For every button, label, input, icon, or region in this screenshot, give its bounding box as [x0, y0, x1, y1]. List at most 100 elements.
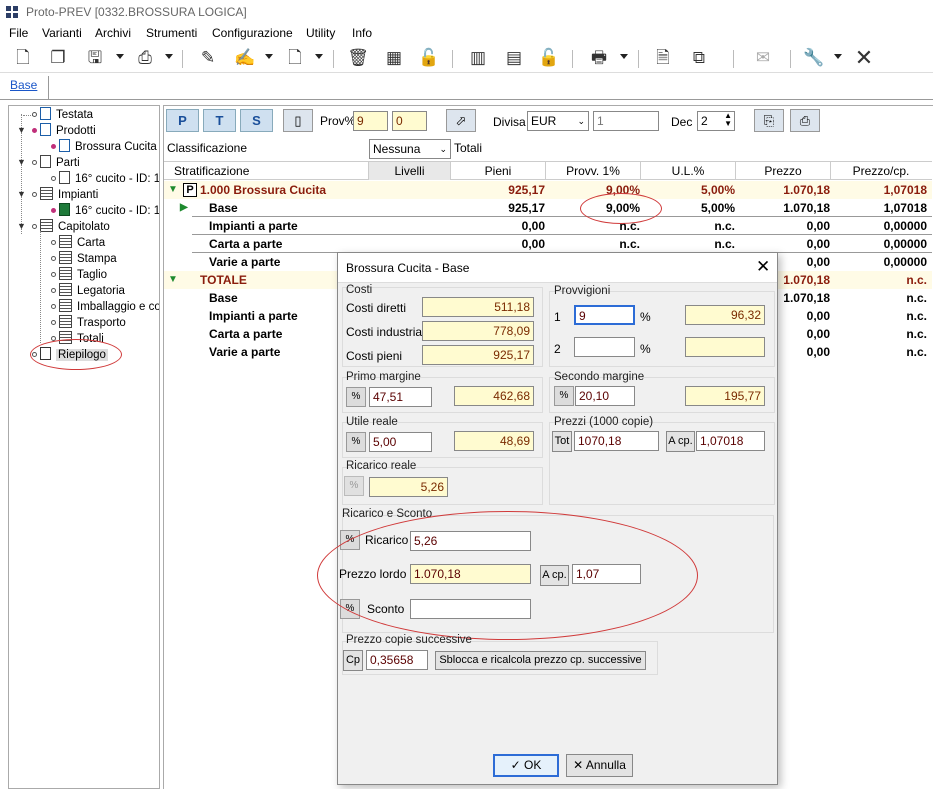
percent-button[interactable]: % — [554, 386, 574, 406]
wrench-dropdown-icon[interactable] — [834, 54, 842, 59]
dec-spinner[interactable]: 2 ▲ ▼ — [697, 111, 735, 131]
menu-varianti[interactable]: Varianti — [42, 26, 82, 40]
pdf-icon[interactable]: 🗎 — [652, 47, 674, 69]
menu-archivi[interactable]: Archivi — [95, 26, 131, 40]
save-dropdown-icon[interactable] — [116, 54, 124, 59]
new-document-icon[interactable]: 🗋 — [12, 47, 34, 69]
divisa-select[interactable]: EUR ⌄ — [527, 111, 589, 131]
col-prezzocp[interactable]: Prezzo/cp. — [831, 162, 931, 180]
collapse-icon[interactable]: ▼ — [17, 221, 26, 231]
primo-margine-pct[interactable]: 47,51 — [369, 387, 432, 407]
tab-base[interactable]: Base — [10, 78, 37, 92]
s-button[interactable]: S — [240, 109, 273, 132]
tot-button[interactable]: Tot — [552, 431, 572, 452]
book-icon[interactable]: ▯ — [283, 109, 313, 132]
tree-item-stampa[interactable]: Stampa — [59, 251, 117, 267]
tree-item-taglio[interactable]: Taglio — [59, 267, 107, 283]
menu-strumenti[interactable]: Strumenti — [146, 26, 197, 40]
classificazione-select[interactable]: Nessuna ⌄ — [369, 139, 451, 159]
tree-item-parte-16-cucito[interactable]: 16° cucito - ID: 1 — [59, 171, 159, 187]
tree-item-brossura-cucita[interactable]: Brossura Cucita — [59, 139, 157, 155]
t-button[interactable]: T — [203, 109, 236, 132]
col-stratificazione[interactable]: Stratificazione — [164, 162, 369, 180]
annulla-button[interactable]: ✕ Annulla — [566, 754, 633, 777]
utile-reale-pct[interactable]: 5,00 — [369, 432, 432, 452]
provv1-pct-input[interactable]: 9 — [574, 305, 635, 325]
acp-button[interactable]: A cp. — [666, 431, 695, 452]
save-icon[interactable]: 🖫 — [84, 47, 106, 69]
ok-button[interactable]: ✓ OK — [493, 754, 559, 777]
delete-icon[interactable]: 🗑 — [347, 47, 369, 69]
printer-dropdown-icon[interactable] — [620, 54, 628, 59]
percent-label: % — [640, 310, 651, 324]
wrench-icon[interactable]: 🔧 — [803, 47, 825, 69]
menu-configurazione[interactable]: Configurazione — [212, 26, 293, 40]
open-icon[interactable]: ❐ — [47, 47, 69, 69]
divisa-rate-input[interactable]: 1 — [593, 111, 659, 131]
edit-document-icon[interactable]: ✍ — [234, 47, 256, 69]
export-icon[interactable]: ⎘ — [754, 109, 784, 132]
prezzi-acp-field[interactable]: 1,07018 — [696, 431, 765, 451]
col-prezzo[interactable]: Prezzo — [736, 162, 831, 180]
expand-icon[interactable]: ▼ — [168, 271, 178, 289]
page-dropdown-icon[interactable] — [315, 54, 323, 59]
x-icon: ✕ — [573, 758, 586, 772]
classificazione-label: Classificazione — [167, 141, 248, 155]
tree-item-prodotti[interactable]: Prodotti — [40, 123, 96, 139]
prov1-input[interactable]: 9 — [353, 111, 388, 131]
percent-button[interactable]: % — [344, 476, 364, 496]
edit-dropdown-icon[interactable] — [265, 54, 273, 59]
tree-item-impianto-16-cucito[interactable]: 16° cucito - ID: 1 — [59, 203, 159, 219]
page-icon[interactable]: 🗋 — [284, 47, 306, 69]
table-row[interactable]: Carta a parte 0,00 n.c. n.c. 0,00 0,0000… — [164, 235, 932, 253]
sblocca-button[interactable]: Sblocca e ricalcola prezzo cp. successiv… — [435, 651, 646, 670]
lock-icon[interactable]: 🔓 — [418, 47, 440, 69]
tree-item-impianti[interactable]: Impianti — [40, 187, 98, 203]
collapse-icon[interactable]: ▼ — [17, 157, 26, 167]
provv2-pct-input[interactable] — [574, 337, 635, 357]
print-dropdown-icon[interactable] — [165, 54, 173, 59]
tree-item-testata[interactable]: Testata — [40, 107, 93, 123]
collapse-icon[interactable]: ▼ — [17, 189, 26, 199]
table-row[interactable]: ▶ Base 925,17 9,00% 5,00% 1.070,18 1,070… — [164, 199, 932, 217]
percent-button[interactable]: % — [346, 387, 366, 407]
tree-item-carta[interactable]: Carta — [59, 235, 105, 251]
table-row[interactable]: ▼ P 1.000 Brossura Cucita 925,17 9,00% 5… — [164, 181, 932, 199]
mail-icon[interactable]: ✉ — [752, 47, 774, 69]
close-icon[interactable]: ✕ — [756, 257, 770, 277]
prezzi-tot-field[interactable]: 1070,18 — [574, 431, 659, 451]
col-ul[interactable]: U.L.% — [641, 162, 736, 180]
cursor-icon[interactable]: ⬀ — [446, 109, 476, 132]
col-pieni[interactable]: Pieni — [451, 162, 546, 180]
secondo-margine-pct[interactable]: 20,10 — [575, 386, 635, 406]
tree-item-imballaggio[interactable]: Imballaggio e co — [59, 299, 159, 315]
table-row[interactable]: Impianti a parte 0,00 n.c. n.c. 0,00 0,0… — [164, 217, 932, 235]
tree-item-legatoria[interactable]: Legatoria — [59, 283, 125, 299]
tiff-icon[interactable]: ▥ — [467, 47, 489, 69]
cp-button[interactable]: Cp — [343, 650, 363, 671]
col-livelli[interactable]: Livelli — [369, 162, 451, 180]
p-button[interactable]: P — [166, 109, 199, 132]
prov2-input[interactable]: 0 — [392, 111, 427, 131]
menu-info[interactable]: Info — [352, 26, 372, 40]
report-icon[interactable]: ▤ — [503, 47, 525, 69]
copy-doc-icon[interactable]: ⧉ — [688, 47, 710, 69]
edit-pen-icon[interactable]: ✎ — [197, 47, 219, 69]
printer-settings-icon[interactable]: 🖶 — [588, 47, 610, 69]
tree-item-trasporto[interactable]: Trasporto — [59, 315, 126, 331]
costi-industriali-label: Costi industriali — [346, 325, 428, 339]
close-icon[interactable]: ✕ — [853, 47, 875, 69]
tree-item-parti[interactable]: Parti — [40, 155, 80, 171]
collapse-icon[interactable]: ▼ — [17, 125, 26, 135]
print-icon[interactable]: ⎙ — [790, 109, 820, 132]
menu-file[interactable]: File — [9, 26, 28, 40]
menu-utility[interactable]: Utility — [306, 26, 335, 40]
tree-item-capitolato[interactable]: Capitolato — [40, 219, 110, 235]
print-icon[interactable]: ⎙ — [134, 47, 156, 69]
unlock-icon[interactable]: 🔓 — [538, 47, 560, 69]
col-provv[interactable]: Provv. 1% — [546, 162, 641, 180]
percent-button[interactable]: % — [346, 432, 366, 452]
cp-input[interactable]: 0,35658 — [366, 650, 428, 670]
expand-icon[interactable]: ▼ — [168, 181, 178, 199]
calculator-icon[interactable]: ▦ — [383, 47, 405, 69]
